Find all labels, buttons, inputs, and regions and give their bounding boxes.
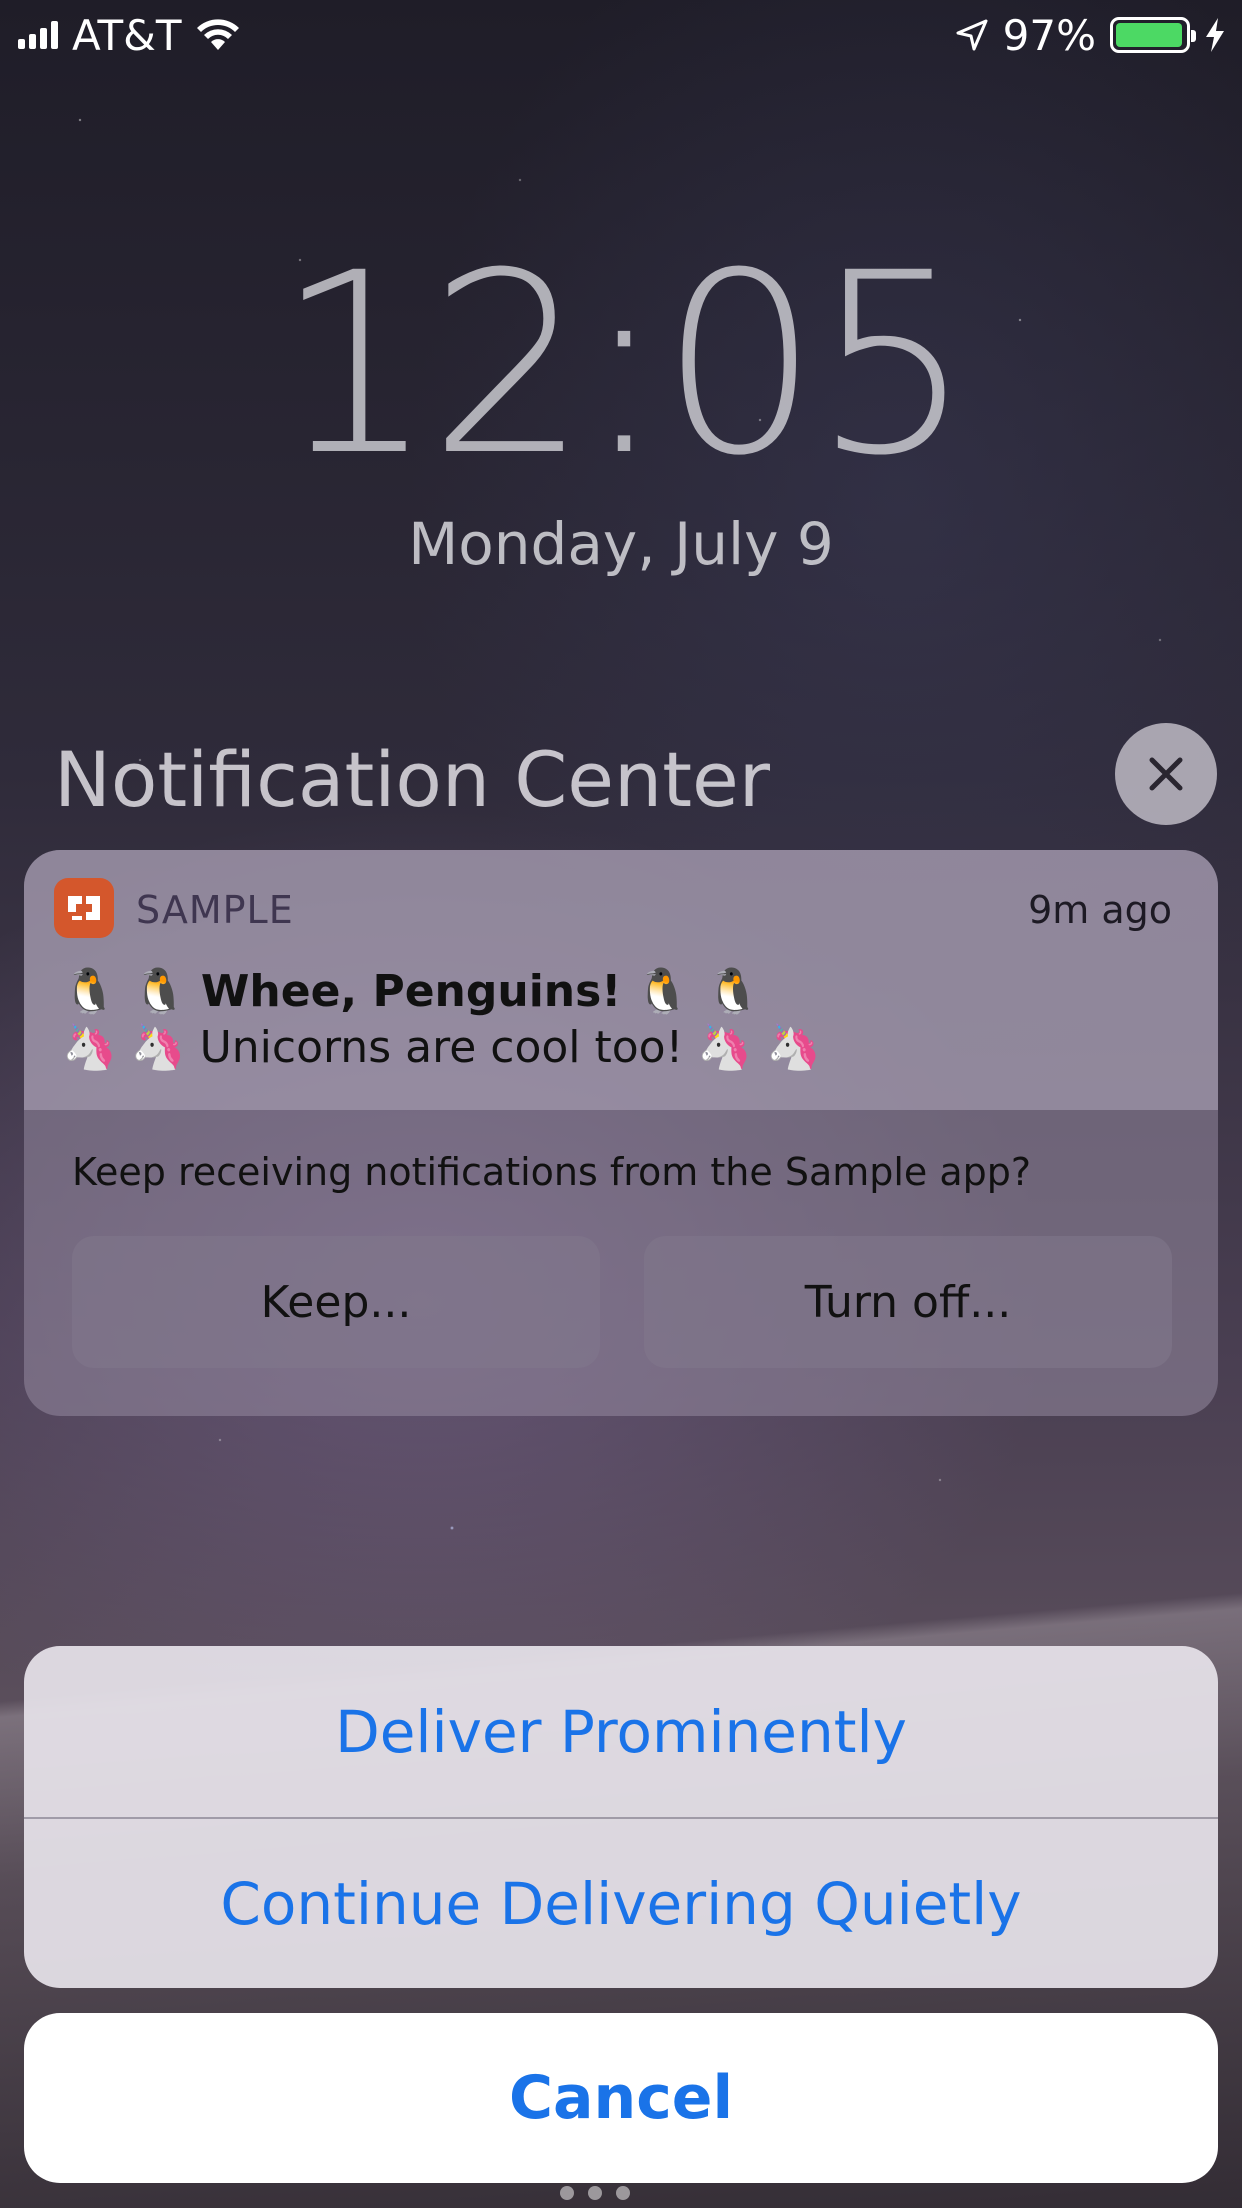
penguin-emoji: 🐧 🐧 xyxy=(635,965,761,1017)
location-arrow-icon xyxy=(956,19,988,51)
action-sheet: Deliver Prominently Continue Delivering … xyxy=(24,1646,1218,1988)
deliver-quietly-button[interactable]: Continue Delivering Quietly xyxy=(24,1817,1218,1988)
unicorn-emoji: 🦄 🦄 xyxy=(62,1021,186,1073)
notification-timestamp: 9m ago xyxy=(1028,888,1172,932)
cancel-button[interactable]: Cancel xyxy=(24,2013,1218,2183)
app-glyph-icon xyxy=(68,896,100,920)
lock-screen-date: Monday, July 9 xyxy=(408,510,834,578)
notification-content[interactable]: SAMPLE 9m ago 🐧 🐧 Whee, Penguins! 🐧 🐧 🦄 … xyxy=(24,850,1218,1110)
battery-percent: 97% xyxy=(1002,10,1096,60)
battery-icon xyxy=(1110,17,1196,53)
status-right: 97% xyxy=(955,11,1226,60)
notification-title-line: 🐧 🐧 Whee, Penguins! 🐧 🐧 xyxy=(62,966,760,1017)
notification-body-line: 🦄 🦄 Unicorns are cool too! 🦄 🦄 xyxy=(62,1022,821,1073)
carrier-name: AT&T xyxy=(72,10,182,60)
turn-off-notifications-button[interactable]: Turn off... xyxy=(644,1236,1172,1368)
cellular-signal-icon xyxy=(18,21,58,49)
notification-app-name: SAMPLE xyxy=(136,888,294,932)
deliver-prominently-button[interactable]: Deliver Prominently xyxy=(24,1646,1218,1817)
notification-body: Unicorns are cool too! xyxy=(199,1022,684,1073)
notification-title: Whee, Penguins! xyxy=(200,966,622,1017)
lock-screen-time: 12:05 xyxy=(275,219,972,510)
notification-settings-prompt: Keep receiving notifications from the Sa… xyxy=(72,1150,1032,1194)
penguin-emoji: 🐧 🐧 xyxy=(62,965,187,1017)
unicorn-emoji: 🦄 🦄 xyxy=(697,1021,821,1073)
notification-card[interactable]: SAMPLE 9m ago 🐧 🐧 Whee, Penguins! 🐧 🐧 🦄 … xyxy=(24,850,1218,1416)
status-left: AT&T xyxy=(18,11,240,60)
charging-bolt-icon xyxy=(1206,18,1224,52)
sample-app-icon xyxy=(54,878,114,938)
status-bar: AT&T 97% xyxy=(0,0,1242,70)
battery-fill xyxy=(1116,23,1182,47)
wifi-icon xyxy=(196,19,239,50)
page-indicator xyxy=(560,2186,630,2200)
page-dot xyxy=(560,2186,574,2200)
keep-notifications-button[interactable]: Keep... xyxy=(72,1236,600,1368)
clear-notifications-button[interactable] xyxy=(1115,723,1217,825)
close-icon xyxy=(1149,757,1183,791)
page-dot xyxy=(588,2186,602,2200)
notification-center-title: Notification Center xyxy=(54,735,771,824)
page-dot xyxy=(616,2186,630,2200)
